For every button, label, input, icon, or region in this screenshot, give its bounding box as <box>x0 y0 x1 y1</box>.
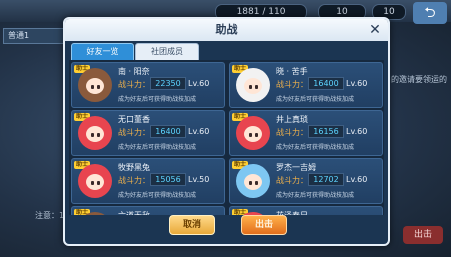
power-value: 16156 <box>308 125 344 138</box>
card-description: 成为好友后可获得助战技加成 <box>276 96 355 103</box>
tab-club-members[interactable]: 社团成员 <box>135 43 199 61</box>
back-button[interactable]: ⮌ <box>413 2 447 24</box>
support-dialog: 助战 ✕ 好友一览 社团成员 助士南 · 阳奈 战斗力： 22350 Lv.60 成为好… <box>63 17 390 246</box>
background-stage-tab[interactable]: 普通1 <box>3 28 65 44</box>
level-value: Lv.50 <box>188 175 210 184</box>
character-name: 牧野黑兔 <box>118 163 150 172</box>
character-avatar <box>78 68 112 102</box>
back-arrow-icon: ⮌ <box>424 5 436 21</box>
character-name: 晓 · 苦手 <box>276 67 308 76</box>
level-value: Lv.60 <box>188 127 210 136</box>
cancel-button[interactable]: 取消 <box>169 215 215 235</box>
close-icon[interactable]: ✕ <box>366 19 384 41</box>
character-name: 井上真琐 <box>276 115 308 124</box>
character-name: 南 · 阳奈 <box>118 67 150 76</box>
power-label: 战斗力： <box>118 176 150 185</box>
support-card[interactable]: 助士 无口董香 战斗力： 16400 Lv.60 成为好友后可获得助战技加成 <box>71 110 225 156</box>
background-sortie-button[interactable]: 出击 <box>403 226 443 244</box>
card-description: 成为好友后可获得助战技加成 <box>118 144 197 151</box>
card-description: 成为好友后可获得助战技加成 <box>276 144 355 151</box>
card-description: 成为好友后可获得助战技加成 <box>276 192 355 199</box>
support-card[interactable]: 助士 井上真琐 战斗力： 16156 Lv.60 成为好友后可获得助战技加成 <box>229 110 383 156</box>
tab-friends[interactable]: 好友一览 <box>71 43 134 61</box>
character-avatar <box>236 116 270 150</box>
level-value: Lv.60 <box>188 79 210 88</box>
sortie-button[interactable]: 出击 <box>241 215 287 235</box>
power-label: 战斗力： <box>118 128 150 137</box>
power-value: 12702 <box>308 173 344 186</box>
support-card-list: 助士南 · 阳奈 战斗力： 22350 Lv.60 成为好友后可获得助战技加成 助士晓 ·… <box>69 60 384 215</box>
power-value: 16400 <box>308 77 344 90</box>
character-avatar <box>78 164 112 198</box>
card-description: 成为好友后可获得助战技加成 <box>118 96 197 103</box>
background-bottom-text: 注意：1 <box>35 211 65 220</box>
character-avatar <box>236 68 270 102</box>
support-card[interactable]: 助士 牧野黑兔 战斗力： 15056 Lv.50 成为好友后可获得助战技加成 <box>71 158 225 204</box>
character-name: 无口董香 <box>118 115 150 124</box>
support-card[interactable]: 助士 罗杰一吉姆 战斗力： 12702 Lv.60 成为好友后可获得助战技加成 <box>229 158 383 204</box>
power-value: 22350 <box>150 77 186 90</box>
power-label: 战斗力： <box>276 176 308 185</box>
card-description: 成为好友后可获得助战技加成 <box>118 192 197 199</box>
character-name: 罗杰一吉姆 <box>276 163 316 172</box>
level-value: Lv.60 <box>346 79 368 88</box>
character-avatar <box>236 164 270 198</box>
support-card[interactable]: 助士六道无敌 <box>71 206 225 215</box>
background-side-text: 的邀请要领运的 <box>391 75 447 84</box>
dialog-title: 助战 <box>65 19 388 41</box>
support-card[interactable]: 助士南 · 阳奈 战斗力： 22350 Lv.60 成为好友后可获得助战技加成 <box>71 62 225 108</box>
character-avatar <box>78 116 112 150</box>
level-value: Lv.60 <box>346 175 368 184</box>
power-value: 15056 <box>150 173 186 186</box>
support-card[interactable]: 助士花泽春日 <box>229 206 383 215</box>
power-label: 战斗力： <box>276 80 308 89</box>
power-value: 16400 <box>150 125 186 138</box>
power-label: 战斗力： <box>118 80 150 89</box>
power-label: 战斗力： <box>276 128 308 137</box>
level-value: Lv.60 <box>346 127 368 136</box>
character-name: 六道无敌 <box>118 210 150 215</box>
support-card[interactable]: 助士晓 · 苦手 战斗力： 16400 Lv.60 成为好友后可获得助战技加成 <box>229 62 383 108</box>
